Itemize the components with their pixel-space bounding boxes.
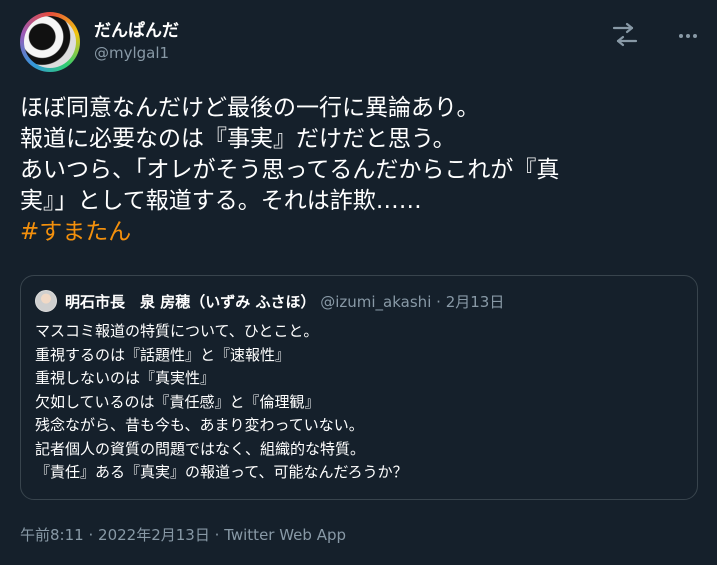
quoted-line: 欠如しているのは『責任感』と『倫理観』 bbox=[35, 392, 320, 411]
avatar[interactable] bbox=[20, 12, 80, 72]
quoted-line: 『責任』ある『真実』の報道って、可能なんだろうか？ bbox=[35, 463, 408, 481]
tweet-date[interactable]: 2022年2月13日 bbox=[98, 526, 210, 544]
quoted-author-name[interactable]: 明石市長 泉 房穂（いずみ ふさほ） bbox=[65, 293, 315, 311]
avatar-image bbox=[24, 16, 76, 68]
quoted-author-handle[interactable]: @izumi_akashi bbox=[320, 293, 431, 311]
tweet-line: 報道に必要なのは『事実』だけだと思う。 bbox=[20, 126, 456, 152]
quoted-line: 残念ながら、昔も今も、あまり変わっていない。 bbox=[35, 416, 364, 434]
quoted-text: マスコミ報道の特質について、ひとこと。 重視するのは『話題性』と『速報性』 重視… bbox=[35, 320, 408, 485]
meta-separator: · bbox=[214, 526, 220, 544]
hashtag-link[interactable]: #すまたん bbox=[20, 217, 700, 248]
tweet-text: ほぼ同意なんだけど最後の一行に異論あり。 報道に必要なのは『事実』だけだと思う。… bbox=[20, 93, 700, 248]
tweet-line: あいつら、「オレがそう思ってるんだからこれが『真 bbox=[20, 157, 560, 183]
quoted-separator: · bbox=[436, 293, 441, 311]
quoted-date[interactable]: 2月13日 bbox=[446, 293, 505, 311]
quoted-tweet[interactable]: 明石市長 泉 房穂（いずみ ふさほ） @izumi_akashi · 2月13日… bbox=[20, 275, 698, 500]
share-arrows-icon[interactable] bbox=[610, 20, 640, 54]
tweet-timestamp: 午前8:11 · 2022年2月13日 · Twitter Web App bbox=[20, 524, 346, 545]
quoted-header: 明石市長 泉 房穂（いずみ ふさほ） @izumi_akashi · 2月13日 bbox=[65, 291, 504, 312]
author-handle[interactable]: @mylgal1 bbox=[94, 44, 169, 62]
source-app-link[interactable]: Twitter Web App bbox=[224, 526, 346, 544]
quoted-line: 重視するのは『話題性』と『速報性』 bbox=[35, 345, 291, 364]
tweet-time[interactable]: 午前8:11 bbox=[20, 526, 84, 544]
quoted-line: 記者個人の資質の問題ではなく、組織的な特質。 bbox=[35, 439, 366, 458]
more-dots-icon[interactable] bbox=[676, 24, 700, 52]
tweet-line: 実』」として報道する。それは詐欺…… bbox=[20, 188, 422, 214]
meta-separator: · bbox=[88, 526, 94, 544]
quoted-line: 重視しないのは『真実性』 bbox=[35, 369, 216, 387]
quoted-line: マスコミ報道の特質について、ひとこと。 bbox=[35, 322, 319, 340]
tweet-line: ほぼ同意なんだけど最後の一行に異論あり。 bbox=[20, 95, 480, 121]
quoted-avatar[interactable] bbox=[35, 290, 57, 312]
author-display-name[interactable]: だんぱんだ bbox=[94, 16, 179, 41]
